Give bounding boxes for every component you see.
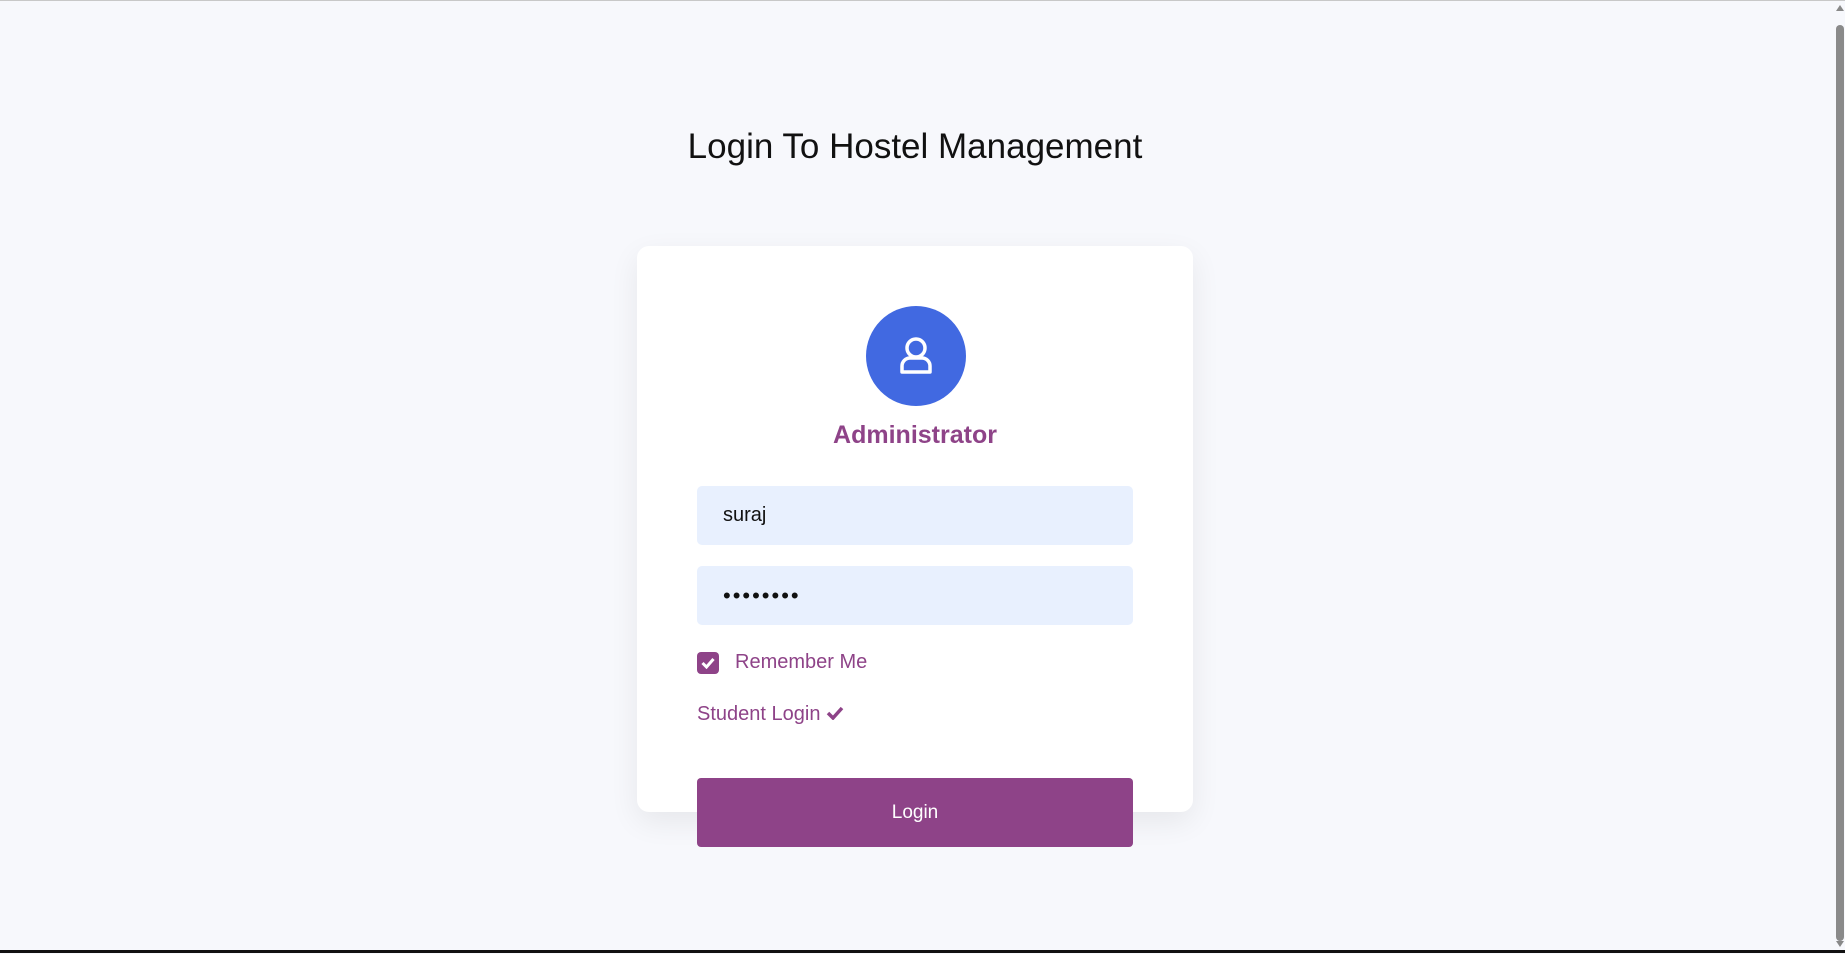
avatar [866, 306, 966, 406]
scrollbar-thumb[interactable] [1836, 25, 1844, 941]
scrollbar[interactable] [1835, 1, 1845, 954]
check-icon [701, 658, 715, 669]
scroll-down-icon[interactable] [1836, 941, 1844, 947]
user-icon [900, 337, 932, 374]
scroll-up-icon[interactable] [1836, 5, 1844, 11]
username-input[interactable] [697, 486, 1133, 545]
login-button[interactable]: Login [697, 778, 1133, 847]
student-login-link[interactable]: Student Login [697, 703, 844, 726]
remember-me-checkbox[interactable] [697, 652, 719, 674]
student-login-label: Student Login [697, 703, 821, 725]
password-input[interactable] [697, 566, 1133, 625]
check-icon [826, 706, 844, 721]
role-heading: Administrator [833, 421, 997, 449]
remember-me-label[interactable]: Remember Me [735, 651, 867, 674]
page-title: Login To Hostel Management [687, 127, 1143, 166]
